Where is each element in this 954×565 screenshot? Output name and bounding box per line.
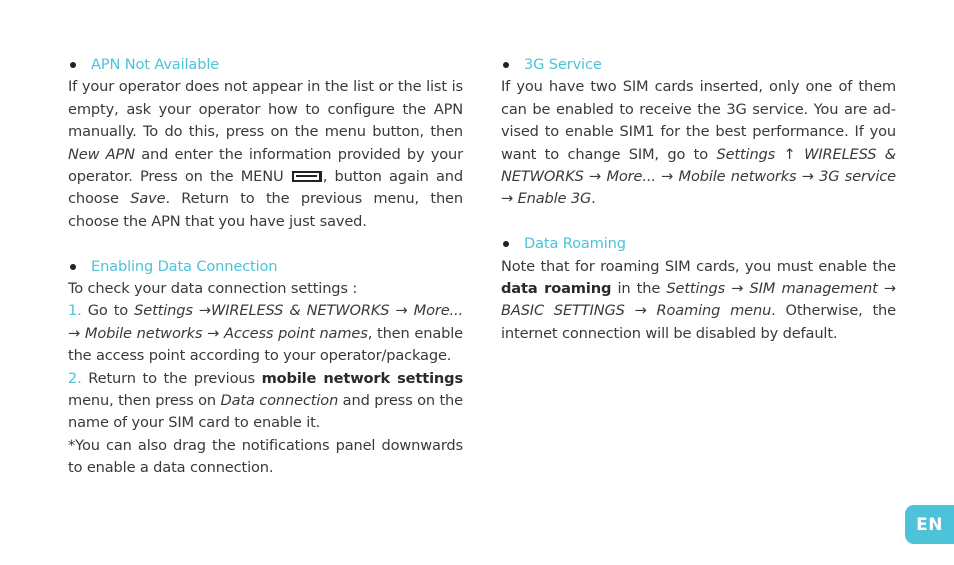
text: . xyxy=(591,190,596,208)
text: in the xyxy=(611,280,667,298)
bullet-icon xyxy=(503,241,509,248)
section-title: Data Roaming xyxy=(524,235,626,253)
step-number: 2. xyxy=(68,369,82,387)
intro-text: To check your data connection settings : xyxy=(68,280,358,298)
section-3g-service: 3G Service If you have two SIM cards ins… xyxy=(501,54,896,211)
roaming-paragraph: Note that for roaming SIM cards, you mus… xyxy=(501,256,896,346)
text: menu, then press on xyxy=(68,392,221,410)
step-1: 1. Go to Settings →WIRELESS & NETWORKS →… xyxy=(68,300,463,367)
language-tab: EN xyxy=(905,505,954,544)
section-apn-not-available: APN Not Available If your operator does … xyxy=(68,54,463,233)
step-number: 1. xyxy=(68,302,82,320)
section-enabling-data-connection: Enabling Data Connection To check your d… xyxy=(68,256,463,480)
section-header: APN Not Available xyxy=(68,54,463,76)
bullet-icon xyxy=(503,62,509,69)
bullet-icon xyxy=(70,263,76,270)
bold-term: data roaming xyxy=(501,280,612,298)
section-title: Enabling Data Connection xyxy=(91,257,278,275)
data-connection-term: Data connection xyxy=(220,392,339,410)
apn-paragraph: If your operator does not appear in the … xyxy=(68,76,463,233)
step-2: 2. Return to the previous mobile network… xyxy=(68,368,463,435)
text: Return to the previous xyxy=(81,369,262,387)
section-header: Enabling Data Connection xyxy=(68,256,463,278)
save-term: Save xyxy=(130,190,166,208)
section-title: 3G Service xyxy=(524,56,602,73)
right-column: 3G Service If you have two SIM cards ins… xyxy=(501,54,896,368)
left-column: APN Not Available If your operator does … xyxy=(68,54,463,502)
bullet-icon xyxy=(70,62,76,69)
note: *You can also drag the notifications pan… xyxy=(68,436,463,477)
section-data-roaming: Data Roaming Note that for roaming SIM c… xyxy=(501,233,896,345)
bold-term: mobile network settings xyxy=(261,369,464,387)
section-title: APN Not Available xyxy=(91,56,220,73)
3g-paragraph: If you have two SIM cards inserted, only… xyxy=(501,76,896,210)
text: Go to xyxy=(81,302,135,320)
section-header: Data Roaming xyxy=(501,233,896,255)
text: Note that for roaming SIM cards, you mus… xyxy=(501,257,896,275)
section-header: 3G Service xyxy=(501,54,896,76)
new-apn-term: New APN xyxy=(68,145,135,163)
text: If your operator does not appear in the … xyxy=(68,78,463,141)
menu-button-icon xyxy=(291,171,322,183)
